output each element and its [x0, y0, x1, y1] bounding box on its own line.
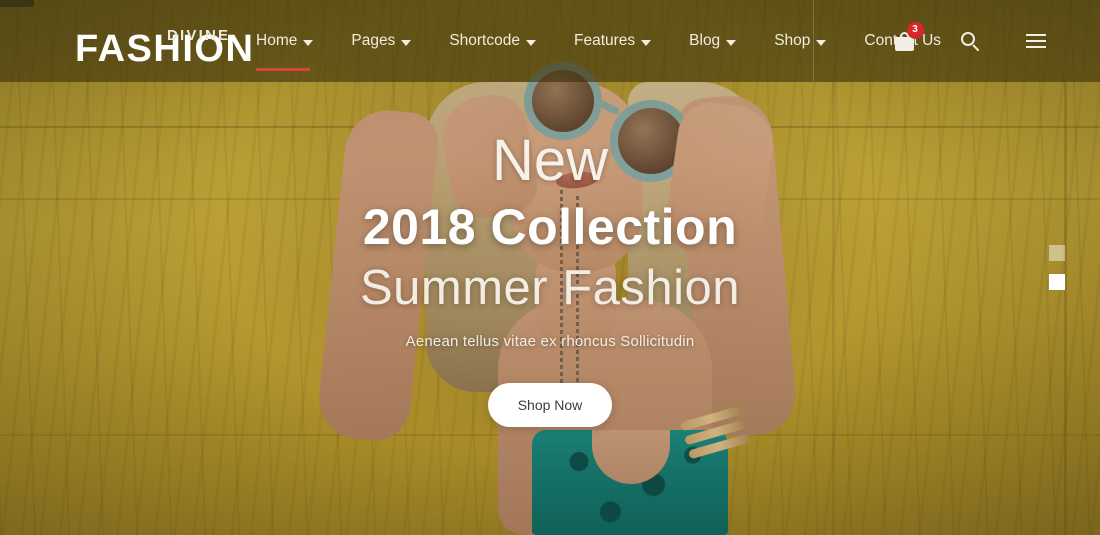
nav-label: Home: [256, 32, 298, 49]
main-navigation: Home Pages Shortcode Features Blog Shop …: [256, 32, 941, 71]
chevron-down-icon: [303, 39, 314, 46]
header-actions: 3: [813, 0, 1100, 82]
nav-item-home[interactable]: Home: [256, 32, 314, 71]
site-header: FASHION DIVINE Home Pages Shortcode Feat…: [0, 0, 1100, 82]
shop-now-button[interactable]: Shop Now: [488, 383, 612, 427]
hero-line-summer: Summer Fashion: [359, 261, 741, 315]
nav-label: Blog: [689, 32, 721, 49]
chevron-down-icon: [525, 39, 536, 46]
logo-sub-text: DIVINE: [167, 27, 231, 44]
nav-label: Shop: [774, 32, 811, 49]
site-logo[interactable]: FASHION DIVINE: [75, 13, 253, 69]
cart-button[interactable]: 3: [882, 19, 926, 63]
nav-label: Shortcode: [449, 32, 520, 49]
hamburger-menu-icon: [1026, 34, 1046, 48]
chevron-down-icon: [726, 39, 737, 46]
menu-button[interactable]: [1014, 19, 1058, 63]
active-nav-underline: [256, 68, 310, 71]
chevron-down-icon: [816, 39, 827, 46]
page-root: FASHION DIVINE Home Pages Shortcode Feat…: [0, 0, 1100, 535]
hero-line-new: New: [491, 128, 609, 193]
top-left-artifact: [0, 0, 34, 7]
nav-item-shortcode[interactable]: Shortcode: [449, 32, 536, 50]
header-divider: [813, 0, 814, 82]
hero-banner: New 2018 Collection Summer Fashion Aenea…: [0, 82, 1100, 535]
hero-line-collection: 2018 Collection: [362, 199, 738, 255]
shopping-bag-icon: 3: [894, 21, 924, 51]
nav-item-blog[interactable]: Blog: [689, 32, 737, 50]
nav-label: Features: [573, 32, 636, 49]
slider-dot-1[interactable]: [1049, 245, 1065, 261]
cart-count-badge: 3: [906, 21, 924, 39]
hero-subtitle: Aenean tellus vitae ex rhoncus Sollicitu…: [405, 333, 695, 350]
slider-dot-2[interactable]: [1049, 274, 1065, 290]
nav-item-shop[interactable]: Shop: [774, 32, 827, 50]
chevron-down-icon: [641, 39, 652, 46]
nav-label: Pages: [351, 32, 396, 49]
nav-item-pages[interactable]: Pages: [351, 32, 412, 50]
nav-item-features[interactable]: Features: [573, 32, 652, 50]
chevron-down-icon: [401, 39, 412, 46]
slider-navigation: [1049, 245, 1065, 290]
search-button[interactable]: [948, 19, 992, 63]
search-icon: [960, 31, 980, 51]
